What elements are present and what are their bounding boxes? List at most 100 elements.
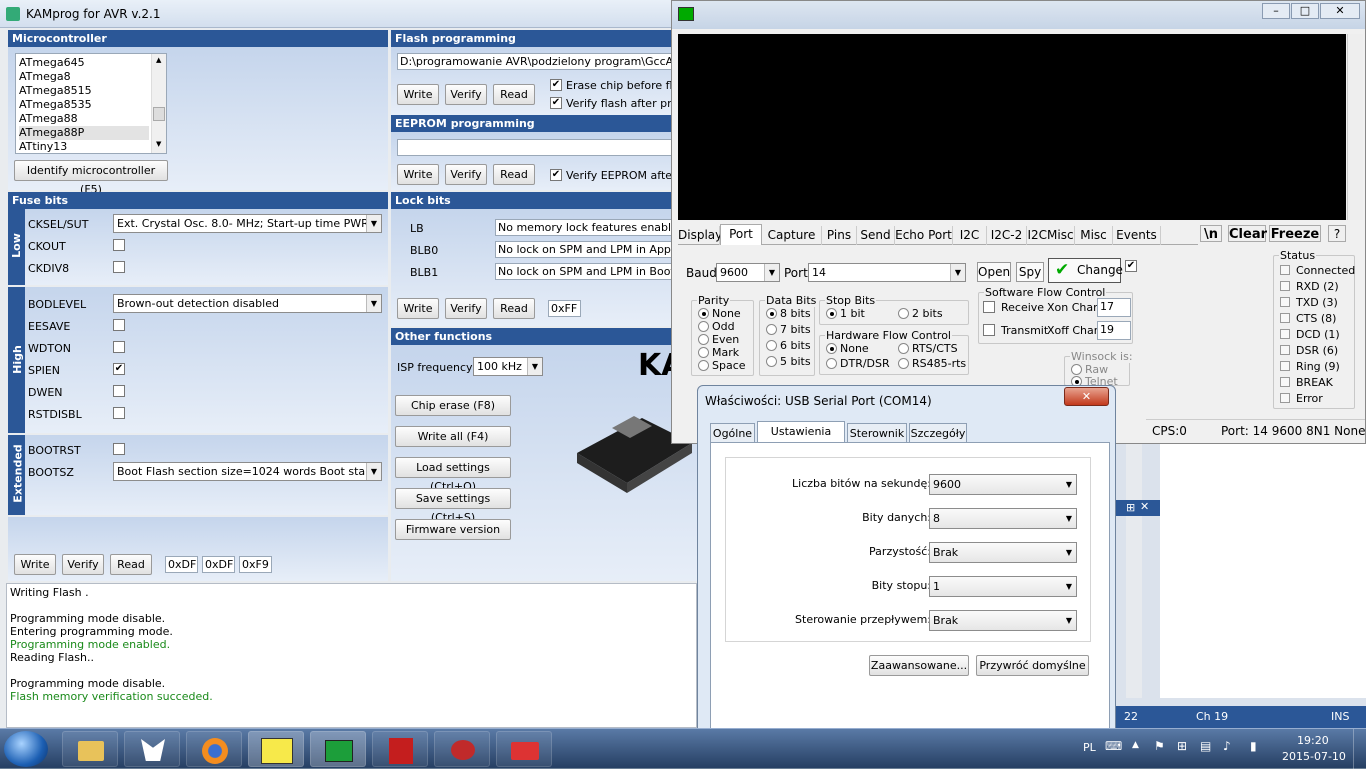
mule-taskbar-icon[interactable]: [124, 731, 180, 767]
micro-list-item[interactable]: ATmega8: [19, 70, 149, 84]
kamprog-taskbar-icon[interactable]: [248, 731, 304, 767]
terminal-taskbar-icon[interactable]: [310, 731, 366, 767]
scroll-down-icon[interactable]: ▼: [156, 140, 161, 148]
fuse-verify-button[interactable]: Verify: [62, 554, 104, 575]
editor-text-area[interactable]: [1160, 444, 1366, 698]
micro-listbox[interactable]: ATmega645 ATmega8 ATmega8515 ATmega8535 ATme…: [15, 53, 167, 154]
radio-6-bits[interactable]: [766, 340, 777, 351]
newline-button[interactable]: \n: [1200, 225, 1222, 242]
tab-events[interactable]: Events: [1113, 226, 1161, 245]
blb1-value[interactable]: No lock on SPM and LPM in Boot Sec: [495, 263, 677, 280]
radio-8-bits[interactable]: [766, 308, 777, 319]
eesave-checkbox[interactable]: [113, 319, 125, 331]
eeprom-read-button[interactable]: Read: [493, 164, 535, 185]
minimize-button[interactable]: –: [1262, 3, 1290, 19]
setting-select[interactable]: 1 ▼: [929, 576, 1077, 597]
network-icon[interactable]: ▤: [1200, 739, 1211, 753]
xon-input[interactable]: 17: [1097, 298, 1131, 317]
flash-read-button[interactable]: Read: [493, 84, 535, 105]
radio-5-bits[interactable]: [766, 356, 777, 367]
fuse-low-value[interactable]: 0xDF: [165, 556, 198, 573]
baud-select[interactable]: 9600 ▼: [716, 263, 780, 282]
freeze-button[interactable]: Freeze: [1269, 225, 1321, 242]
xoff-input[interactable]: 19: [1097, 321, 1131, 340]
tab-i2cmisc[interactable]: I2CMisc: [1027, 226, 1075, 245]
spy-button[interactable]: Spy: [1016, 262, 1044, 282]
micro-scrollbar[interactable]: ▲ ▼: [151, 54, 166, 153]
ckdiv8-checkbox[interactable]: [113, 261, 125, 273]
tab-port[interactable]: Port: [720, 224, 762, 245]
micro-list-item[interactable]: ATmega88: [19, 112, 149, 126]
dialog-tab[interactable]: Szczegóły: [909, 423, 967, 443]
bodlevel-select[interactable]: Brown-out detection disabled ▼: [113, 294, 382, 313]
change-button[interactable]: ✔ Change: [1048, 258, 1123, 283]
radio-even[interactable]: [698, 334, 709, 345]
lock-write-button[interactable]: Write: [397, 298, 439, 319]
dialog-tab[interactable]: Ustawienia portu: [757, 421, 845, 457]
kamprog-titlebar[interactable]: KAMprog for AVR v.2.1: [0, 0, 697, 28]
lb-value[interactable]: No memory lock features enabled.: [495, 219, 677, 236]
firefox-taskbar-icon[interactable]: [186, 731, 242, 767]
tab-echo-port[interactable]: Echo Port: [895, 226, 953, 245]
change-checkbox[interactable]: ✔: [1125, 260, 1137, 272]
eeprom-verify-button[interactable]: Verify: [445, 164, 487, 185]
radio-raw[interactable]: [1071, 364, 1082, 375]
flash-verify-button[interactable]: Verify: [445, 84, 487, 105]
radio-mark[interactable]: [698, 347, 709, 358]
dialog-close-button[interactable]: ✕: [1064, 387, 1109, 406]
radio-1-bit[interactable]: [826, 308, 837, 319]
advanced-button[interactable]: Zaawansowane...: [869, 655, 969, 676]
windows-icon[interactable]: ⊞: [1177, 739, 1187, 753]
radio-odd[interactable]: [698, 321, 709, 332]
tab-i2c-2[interactable]: I2C-2: [987, 226, 1027, 245]
radio-none[interactable]: [826, 343, 837, 354]
erase-checkbox[interactable]: ✔: [550, 79, 562, 91]
spien-checkbox[interactable]: ✔: [113, 363, 125, 375]
radio-dtr-dsr[interactable]: [826, 358, 837, 369]
open-button[interactable]: Open: [977, 262, 1011, 282]
micro-list-item[interactable]: ATmega645: [19, 56, 149, 70]
tab-display[interactable]: Display: [678, 226, 722, 245]
isp-select[interactable]: 100 kHz ▼: [473, 357, 543, 376]
radio-rs485-rts[interactable]: [898, 358, 909, 369]
fuse-read-button[interactable]: Read: [110, 554, 152, 575]
setting-select[interactable]: 8 ▼: [929, 508, 1077, 529]
micro-list-item[interactable]: ATmega8535: [19, 98, 149, 112]
blb0-value[interactable]: No lock on SPM and LPM in Applicati: [495, 241, 677, 258]
fuse-write-button[interactable]: Write: [14, 554, 56, 575]
close-icon[interactable]: ✕: [1140, 500, 1149, 513]
firmware-button[interactable]: Firmware version: [395, 519, 511, 540]
ladybug-taskbar-icon[interactable]: [434, 731, 490, 767]
tab-pins[interactable]: Pins: [822, 226, 857, 245]
scroll-up-icon[interactable]: ▲: [156, 56, 161, 64]
setting-select[interactable]: 9600 ▼: [929, 474, 1077, 495]
radio-2-bits[interactable]: [898, 308, 909, 319]
save-settings-button[interactable]: Save settings (Ctrl+S): [395, 488, 511, 524]
dwen-checkbox[interactable]: [113, 385, 125, 397]
port-select[interactable]: 14 ▼: [808, 263, 966, 282]
cksel-select[interactable]: Ext. Crystal Osc. 8.0- MHz; Start-up tim…: [113, 214, 382, 233]
radio-none[interactable]: [698, 308, 709, 319]
editor-scrollbar[interactable]: [1126, 444, 1142, 698]
log-output[interactable]: Writing Flash . Programming mode disable.…: [6, 583, 697, 728]
dialog-tab[interactable]: Sterownik: [847, 423, 907, 443]
battery-icon[interactable]: ▮: [1250, 739, 1257, 753]
ckout-checkbox[interactable]: [113, 239, 125, 251]
verify-flash-checkbox[interactable]: ✔: [550, 97, 562, 109]
restore-defaults-button[interactable]: Przywróć domyślne: [976, 655, 1089, 676]
flag-icon[interactable]: ⚑: [1154, 739, 1165, 753]
rstdisbl-checkbox[interactable]: [113, 407, 125, 419]
transmit-checkbox[interactable]: [983, 324, 995, 336]
setting-select[interactable]: Brak ▼: [929, 542, 1077, 563]
scroll-thumb[interactable]: [153, 107, 165, 121]
tab-send[interactable]: Send: [857, 226, 895, 245]
fuse-ext-value[interactable]: 0xF9: [239, 556, 272, 573]
clock-time[interactable]: 19:20: [1297, 734, 1329, 747]
micro-list-item[interactable]: ATmega88P: [19, 126, 149, 140]
bootrst-checkbox[interactable]: [113, 443, 125, 455]
clear-button[interactable]: Clear: [1228, 225, 1267, 242]
radio-7-bits[interactable]: [766, 324, 777, 335]
tab-i2c[interactable]: I2C: [953, 226, 987, 245]
show-desktop-button[interactable]: [1353, 729, 1366, 769]
help-button[interactable]: ?: [1328, 225, 1346, 242]
